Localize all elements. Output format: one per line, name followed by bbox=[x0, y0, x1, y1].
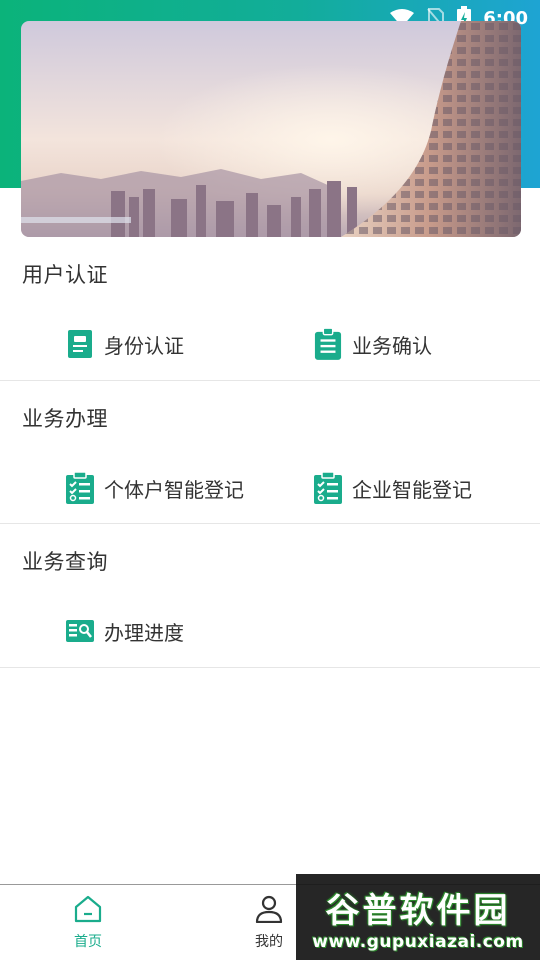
checklist-icon bbox=[66, 472, 94, 504]
section-title-user-auth: 用户认证 bbox=[22, 263, 108, 287]
menu-label: 业务确认 bbox=[352, 333, 432, 358]
menu-label: 个体户智能登记 bbox=[104, 477, 244, 502]
menu-label: 身份认证 bbox=[104, 333, 184, 358]
watermark-url: www.gupuxiazai.com bbox=[312, 931, 524, 952]
book-search-icon bbox=[66, 615, 94, 647]
menu-label: 企业智能登记 bbox=[352, 477, 472, 502]
user-icon bbox=[254, 895, 284, 927]
section-title-business-handling: 业务办理 bbox=[22, 407, 108, 431]
nav-mine-label: 我的 bbox=[255, 934, 283, 950]
nav-mine[interactable]: 我的 bbox=[254, 895, 284, 951]
menu-label: 办理进度 bbox=[104, 620, 184, 645]
banner-image[interactable] bbox=[21, 21, 521, 237]
id-card-icon bbox=[66, 328, 94, 360]
section-title-business-query: 业务查询 bbox=[22, 550, 108, 574]
identity-auth-button[interactable]: 身份认证 bbox=[66, 328, 184, 360]
divider bbox=[0, 523, 540, 524]
enterprise-registration-button[interactable]: 企业智能登记 bbox=[314, 472, 472, 504]
watermark: 谷普软件园 www.gupuxiazai.com bbox=[296, 874, 540, 960]
checklist-icon bbox=[314, 472, 342, 504]
nav-home-label: 首页 bbox=[74, 934, 102, 950]
individual-registration-button[interactable]: 个体户智能登记 bbox=[66, 472, 244, 504]
divider bbox=[0, 380, 540, 381]
watermark-title: 谷普软件园 bbox=[325, 890, 511, 931]
home-icon bbox=[73, 895, 103, 927]
nav-home[interactable]: 首页 bbox=[73, 895, 103, 951]
business-confirm-button[interactable]: 业务确认 bbox=[314, 327, 432, 360]
progress-query-button[interactable]: 办理进度 bbox=[66, 615, 184, 647]
clipboard-list-icon bbox=[314, 327, 342, 360]
divider bbox=[0, 667, 540, 668]
